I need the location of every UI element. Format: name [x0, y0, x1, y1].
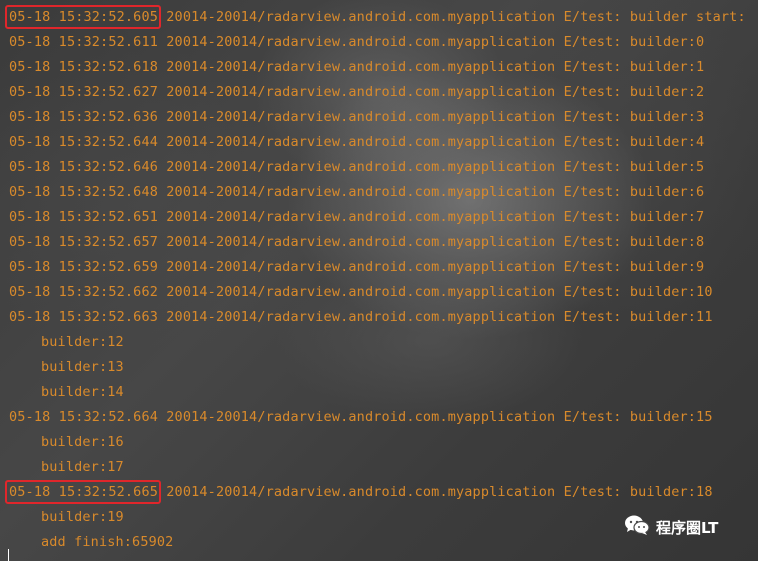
log-continuation-line: builder:12: [41, 334, 124, 350]
watermark: 程序圈LT: [624, 514, 718, 540]
log-message: 20014-20014/radarview.android.com.myappl…: [158, 284, 713, 300]
log-line: 05-18 15:32:52.664 20014-20014/radarview…: [9, 407, 713, 427]
log-message: 20014-20014/radarview.android.com.myappl…: [158, 59, 705, 75]
log-message: 20014-20014/radarview.android.com.myappl…: [158, 259, 705, 275]
timestamp: 05-18 15:32:52.662: [9, 284, 158, 300]
log-message: 20014-20014/radarview.android.com.myappl…: [158, 184, 705, 200]
watermark-label: 程序圈LT: [656, 518, 719, 537]
log-continuation-line: add finish:65902: [41, 534, 174, 550]
timestamp: 05-18 15:32:52.611: [9, 34, 158, 50]
text-cursor: [8, 549, 9, 561]
log-message: 20014-20014/radarview.android.com.myappl…: [158, 484, 713, 500]
wechat-icon: [624, 514, 650, 540]
timestamp: 05-18 15:32:52.618: [9, 59, 158, 75]
log-line: 05-18 15:32:52.644 20014-20014/radarview…: [9, 132, 704, 152]
log-message: 20014-20014/radarview.android.com.myappl…: [158, 409, 713, 425]
timestamp: 05-18 15:32:52.646: [9, 159, 158, 175]
log-message: 20014-20014/radarview.android.com.myappl…: [158, 34, 705, 50]
log-message: 20014-20014/radarview.android.com.myappl…: [158, 84, 705, 100]
timestamp: 05-18 15:32:52.627: [9, 84, 158, 100]
log-line: 05-18 15:32:52.605 20014-20014/radarview…: [5, 5, 746, 29]
timestamp: 05-18 15:32:52.657: [9, 234, 158, 250]
log-continuation-line: builder:17: [41, 459, 124, 475]
timestamp-highlighted: 05-18 15:32:52.665: [5, 480, 161, 504]
log-continuation-line: builder:16: [41, 434, 124, 450]
log-line: 05-18 15:32:52.646 20014-20014/radarview…: [9, 157, 704, 177]
log-line: 05-18 15:32:52.657 20014-20014/radarview…: [9, 232, 704, 252]
log-line: 05-18 15:32:52.651 20014-20014/radarview…: [9, 207, 704, 227]
log-message: 20014-20014/radarview.android.com.myappl…: [158, 209, 705, 225]
log-line: 05-18 15:32:52.663 20014-20014/radarview…: [9, 307, 713, 327]
log-message: 20014-20014/radarview.android.com.myappl…: [158, 109, 705, 125]
log-message: 20014-20014/radarview.android.com.myappl…: [158, 134, 705, 150]
timestamp: 05-18 15:32:52.651: [9, 209, 158, 225]
timestamp: 05-18 15:32:52.664: [9, 409, 158, 425]
log-line: 05-18 15:32:52.662 20014-20014/radarview…: [9, 282, 713, 302]
timestamp: 05-18 15:32:52.659: [9, 259, 158, 275]
log-message: 20014-20014/radarview.android.com.myappl…: [158, 159, 705, 175]
log-line: 05-18 15:32:52.665 20014-20014/radarview…: [5, 480, 713, 504]
timestamp-highlighted: 05-18 15:32:52.605: [5, 5, 161, 29]
log-line: 05-18 15:32:52.618 20014-20014/radarview…: [9, 57, 704, 77]
log-message: 20014-20014/radarview.android.com.myappl…: [158, 9, 746, 25]
log-continuation-line: builder:14: [41, 384, 124, 400]
timestamp: 05-18 15:32:52.663: [9, 309, 158, 325]
log-message: 20014-20014/radarview.android.com.myappl…: [158, 309, 713, 325]
log-continuation-line: builder:13: [41, 359, 124, 375]
logcat-console: 05-18 15:32:52.605 20014-20014/radarview…: [0, 0, 758, 561]
log-continuation-line: builder:19: [41, 509, 124, 525]
timestamp: 05-18 15:32:52.636: [9, 109, 158, 125]
timestamp: 05-18 15:32:52.648: [9, 184, 158, 200]
log-line: 05-18 15:32:52.627 20014-20014/radarview…: [9, 82, 704, 102]
timestamp: 05-18 15:32:52.644: [9, 134, 158, 150]
log-message: 20014-20014/radarview.android.com.myappl…: [158, 234, 705, 250]
log-line: 05-18 15:32:52.611 20014-20014/radarview…: [9, 32, 704, 52]
log-line: 05-18 15:32:52.648 20014-20014/radarview…: [9, 182, 704, 202]
log-line: 05-18 15:32:52.659 20014-20014/radarview…: [9, 257, 704, 277]
log-line: 05-18 15:32:52.636 20014-20014/radarview…: [9, 107, 704, 127]
